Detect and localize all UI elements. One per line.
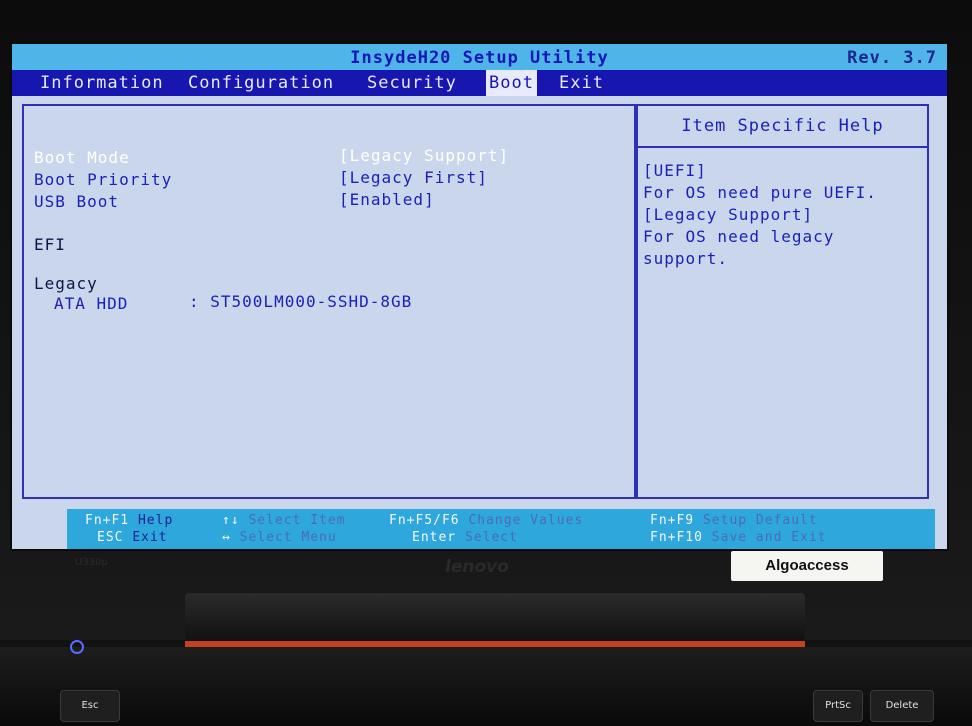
tab-configuration[interactable]: Configuration bbox=[185, 73, 337, 93]
model-label: U330p bbox=[75, 557, 108, 568]
setting-usb-boot-label[interactable]: USB Boot bbox=[34, 192, 119, 211]
sticker-label: Algoaccess bbox=[731, 551, 883, 581]
section-efi: EFI bbox=[34, 235, 66, 254]
key-label: Fn+F10 bbox=[650, 530, 703, 545]
key-description: Select Menu bbox=[239, 530, 337, 545]
menu-bar: Information Configuration Security Boot … bbox=[12, 70, 947, 96]
tab-exit[interactable]: Exit bbox=[556, 73, 607, 93]
device-ata-hdd-value: : ST500LM000-SSHD-8GB bbox=[189, 292, 413, 311]
keyboard-key-prtsc[interactable]: PrtSc bbox=[813, 690, 863, 722]
brand-logo: lenovo bbox=[445, 557, 509, 577]
help-line: [Legacy Support] bbox=[643, 205, 814, 224]
settings-panel: Boot Mode [Legacy Support] Boot Priority… bbox=[22, 104, 636, 499]
setting-boot-mode-label[interactable]: Boot Mode bbox=[34, 148, 130, 167]
key-label: ESC bbox=[97, 530, 124, 545]
section-legacy: Legacy bbox=[34, 274, 98, 293]
title-bar: InsydeH20 Setup Utility Rev. 3.7 bbox=[12, 44, 947, 70]
revision-label: Rev. 3.7 bbox=[847, 48, 937, 68]
key-label: Fn+F5/F6 bbox=[389, 513, 460, 528]
key-label: Fn+F9 bbox=[650, 513, 695, 528]
tab-security[interactable]: Security bbox=[364, 73, 460, 93]
key-label: ↑↓ bbox=[222, 513, 240, 528]
setting-boot-priority-label[interactable]: Boot Priority bbox=[34, 170, 172, 189]
key-label: ↔ bbox=[222, 530, 231, 545]
laptop-hinge bbox=[185, 593, 805, 641]
key-help-bar: Fn+F1 Help ESC Exit ↑↓ Select Item ↔ Sel… bbox=[67, 509, 935, 549]
keyboard-key-delete[interactable]: Delete bbox=[870, 690, 934, 722]
keyboard-key-esc[interactable]: Esc bbox=[60, 690, 120, 722]
help-line: For OS need legacy bbox=[643, 227, 835, 246]
tab-information[interactable]: Information bbox=[37, 73, 167, 93]
key-description: Exit bbox=[132, 530, 168, 545]
setting-boot-mode-value[interactable]: [Legacy Support] bbox=[339, 146, 509, 165]
key-description: Help bbox=[137, 513, 174, 528]
setting-usb-boot-value[interactable]: [Enabled] bbox=[339, 190, 435, 209]
key-description: Select Item bbox=[248, 513, 346, 528]
tab-boot[interactable]: Boot bbox=[486, 70, 537, 96]
help-line: support. bbox=[643, 249, 729, 268]
help-panel: Item Specific Help [UEFI] For OS need pu… bbox=[636, 104, 929, 499]
key-label: Enter bbox=[412, 530, 457, 545]
help-title: Item Specific Help bbox=[638, 106, 927, 148]
bios-screen: InsydeH20 Setup Utility Rev. 3.7 Informa… bbox=[10, 42, 949, 551]
key-label: Fn+F1 bbox=[85, 513, 130, 528]
key-description: Select bbox=[464, 530, 518, 545]
setting-boot-priority-value[interactable]: [Legacy First] bbox=[339, 168, 488, 187]
power-icon bbox=[70, 640, 84, 654]
help-line: For OS need pure UEFI. bbox=[643, 183, 877, 202]
help-line: [UEFI] bbox=[643, 161, 707, 180]
device-ata-hdd-label[interactable]: ATA HDD bbox=[54, 294, 128, 313]
key-description: Save and Exit bbox=[711, 530, 827, 545]
key-description: Change Values bbox=[468, 513, 584, 528]
key-description: Setup Default bbox=[702, 513, 818, 528]
window-title: InsydeH20 Setup Utility bbox=[350, 48, 609, 68]
